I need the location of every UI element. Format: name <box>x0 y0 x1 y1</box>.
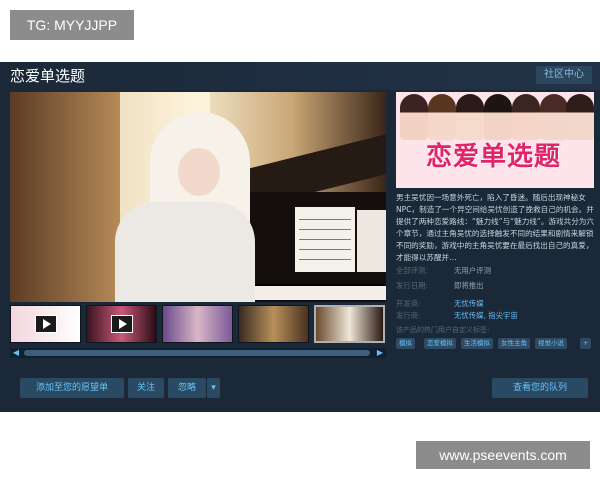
cover-character <box>484 94 512 140</box>
scroll-left-arrow-icon[interactable]: ◀ <box>10 348 22 358</box>
cover-character <box>456 94 484 140</box>
release-date-value: 即将推出 <box>454 281 484 290</box>
tg-label: TG: MYYJJPP <box>10 10 134 40</box>
thumbnail-screenshot-2[interactable] <box>238 305 309 343</box>
cover-character <box>428 94 456 140</box>
piano-keys <box>240 284 386 300</box>
character-face <box>178 148 220 196</box>
sheet-music <box>295 207 355 272</box>
reviews-value: 无用户评测 <box>454 266 491 275</box>
store-header: 恋爱单选题 社区中心 <box>0 62 600 90</box>
main-screenshot[interactable] <box>10 92 386 302</box>
thumbnail-screenshot-1[interactable] <box>162 305 233 343</box>
tags-label: 该产品的热门用户自定义标签: <box>396 326 490 334</box>
thumbnail-video-1[interactable] <box>10 305 81 343</box>
tag-item[interactable]: 女性主角 <box>498 338 530 349</box>
ignore-dropdown-icon[interactable]: ▾ <box>207 378 220 398</box>
developer-link[interactable]: 无忧传媒 <box>454 298 484 309</box>
thumbnail-strip <box>10 305 386 343</box>
action-bar: 添加至您的愿望单 关注 忽略 ▾ 查看您的队列 <box>10 374 590 404</box>
community-hub-button[interactable]: 社区中心 <box>536 66 592 84</box>
developer-label: 开发商: <box>396 299 421 308</box>
cover-character <box>540 94 568 140</box>
cover-character <box>566 94 594 140</box>
publisher-link[interactable]: 无忧传媒, 指尖宇宙 <box>454 310 518 321</box>
cover-title: 恋爱单选题 <box>426 142 562 172</box>
publisher-label: 发行商: <box>396 311 421 320</box>
game-title: 恋爱单选题 <box>10 67 86 85</box>
character-dress <box>115 202 255 302</box>
ignore-button[interactable]: 忽略 <box>168 378 206 398</box>
scroll-right-arrow-icon[interactable]: ▶ <box>374 348 386 358</box>
play-icon <box>35 315 57 333</box>
game-description: 男主吴忧因一场意外死亡，陷入了昏迷。随后出现神秘女NPC，制造了一个异空间给吴忧… <box>396 193 594 262</box>
tag-more-button[interactable]: + <box>580 338 592 349</box>
watermark-label: www.pseevents.com <box>416 441 590 469</box>
tag-list: 模拟 恋爱模拟 生活模拟 女性主角 视觉小说 + <box>396 338 596 350</box>
thumbnail-video-2[interactable] <box>86 305 157 343</box>
add-to-wishlist-button[interactable]: 添加至您的愿望单 <box>20 378 124 398</box>
reviews-label: 全部评测: <box>396 266 429 275</box>
thumbnail-screenshot-3[interactable] <box>314 305 385 343</box>
play-icon <box>111 315 133 333</box>
tag-item[interactable]: 生活模拟 <box>461 338 493 349</box>
thumbnail-scrollbar[interactable]: ◀ ▶ <box>10 348 386 358</box>
view-queue-button[interactable]: 查看您的队列 <box>492 378 588 398</box>
cover-character <box>512 94 540 140</box>
sheet-music-page <box>357 210 386 272</box>
tag-item[interactable]: 模拟 <box>396 338 415 349</box>
follow-button[interactable]: 关注 <box>128 378 164 398</box>
capsule-cover: 恋爱单选题 <box>396 92 594 188</box>
tag-item[interactable]: 恋爱模拟 <box>424 338 456 349</box>
release-date-label: 发行日期: <box>396 281 429 290</box>
cover-character <box>400 94 428 140</box>
tag-item[interactable]: 视觉小说 <box>535 338 567 349</box>
scroll-thumb[interactable] <box>24 350 370 356</box>
steam-store-panel: 恋爱单选题 社区中心 ◀ ▶ 恋爱单选题 男主吴忧因一场意外死亡，陷入了昏迷。随… <box>0 62 600 412</box>
